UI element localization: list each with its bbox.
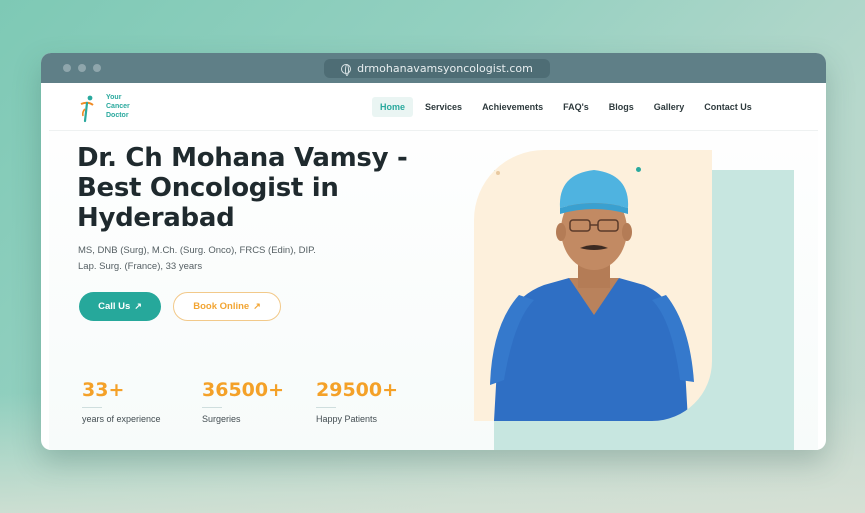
stat-experience: 33+ years of experience <box>82 379 161 424</box>
window-minimize-dot[interactable] <box>78 64 86 72</box>
address-url: drmohanavamsyoncologist.com <box>357 62 533 75</box>
hero-title-line-3: Hyderabad <box>77 203 235 233</box>
arrow-up-right-icon: ↗ <box>134 301 142 311</box>
globe-icon <box>341 63 352 76</box>
window-maximize-dot[interactable] <box>93 64 101 72</box>
nav-item-home[interactable]: Home <box>372 97 414 117</box>
stat-value: 29500+ <box>316 379 399 401</box>
stat-surgeries: 36500+ Surgeries <box>202 379 284 424</box>
decor-dot <box>636 167 641 172</box>
book-online-button[interactable]: Book Online ↗ <box>173 292 281 321</box>
credentials-line-1: MS, DNB (Surg), M.Ch. (Surg. Onco), FRCS… <box>78 245 316 256</box>
decor-dot <box>496 171 500 175</box>
stat-value: 36500+ <box>202 379 285 401</box>
browser-window: drmohanavamsyoncologist.com Your Cancer … <box>41 53 826 450</box>
main-nav: Home Services Achievements FAQ's Blogs G… <box>372 97 764 117</box>
book-online-label: Book Online <box>193 301 250 312</box>
stat-divider <box>202 407 222 408</box>
logo-line-1: Your <box>106 94 122 101</box>
doctor-photo <box>474 150 712 421</box>
hero-title-line-2: Best Oncologist in <box>77 173 339 203</box>
stat-value: 33+ <box>82 379 125 401</box>
logo-icon <box>80 95 94 123</box>
credentials-line-2: Lap. Surg. (France), 33 years <box>78 261 203 272</box>
logo-text: Your Cancer Doctor <box>106 93 130 120</box>
logo-line-3: Doctor <box>106 112 129 119</box>
nav-item-services[interactable]: Services <box>417 97 470 117</box>
doctor-credentials: MS, DNB (Surg), M.Ch. (Surg. Onco), FRCS… <box>78 243 338 275</box>
doctor-illustration <box>490 170 694 421</box>
web-page: Your Cancer Doctor Home Services Achieve… <box>49 83 818 450</box>
arrow-up-right-icon: ↗ <box>253 301 261 311</box>
stat-divider <box>82 407 102 408</box>
hero-title-line-1: Dr. Ch Mohana Vamsy - <box>77 143 408 173</box>
stat-patients: 29500+ Happy Patients <box>316 379 398 424</box>
address-bar[interactable]: drmohanavamsyoncologist.com <box>324 59 550 78</box>
call-us-button[interactable]: Call Us ↗ <box>79 292 161 321</box>
window-close-dot[interactable] <box>63 64 71 72</box>
hero-title: Dr. Ch Mohana Vamsy - Best Oncologist in… <box>77 143 417 233</box>
nav-item-blogs[interactable]: Blogs <box>601 97 642 117</box>
nav-item-gallery[interactable]: Gallery <box>646 97 693 117</box>
stat-label: years of experience <box>82 414 161 424</box>
stat-label: Happy Patients <box>316 414 378 424</box>
browser-titlebar: drmohanavamsyoncologist.com <box>41 53 826 83</box>
nav-item-achievements[interactable]: Achievements <box>474 97 551 117</box>
site-header: Your Cancer Doctor Home Services Achieve… <box>49 83 818 131</box>
call-us-label: Call Us <box>98 301 131 312</box>
nav-item-contact[interactable]: Contact Us <box>696 97 760 117</box>
nav-item-faqs[interactable]: FAQ's <box>555 97 597 117</box>
logo-line-2: Cancer <box>106 103 130 110</box>
site-logo[interactable]: Your Cancer Doctor <box>79 91 139 125</box>
stat-divider <box>316 407 336 408</box>
stat-label: Surgeries <box>202 414 241 424</box>
